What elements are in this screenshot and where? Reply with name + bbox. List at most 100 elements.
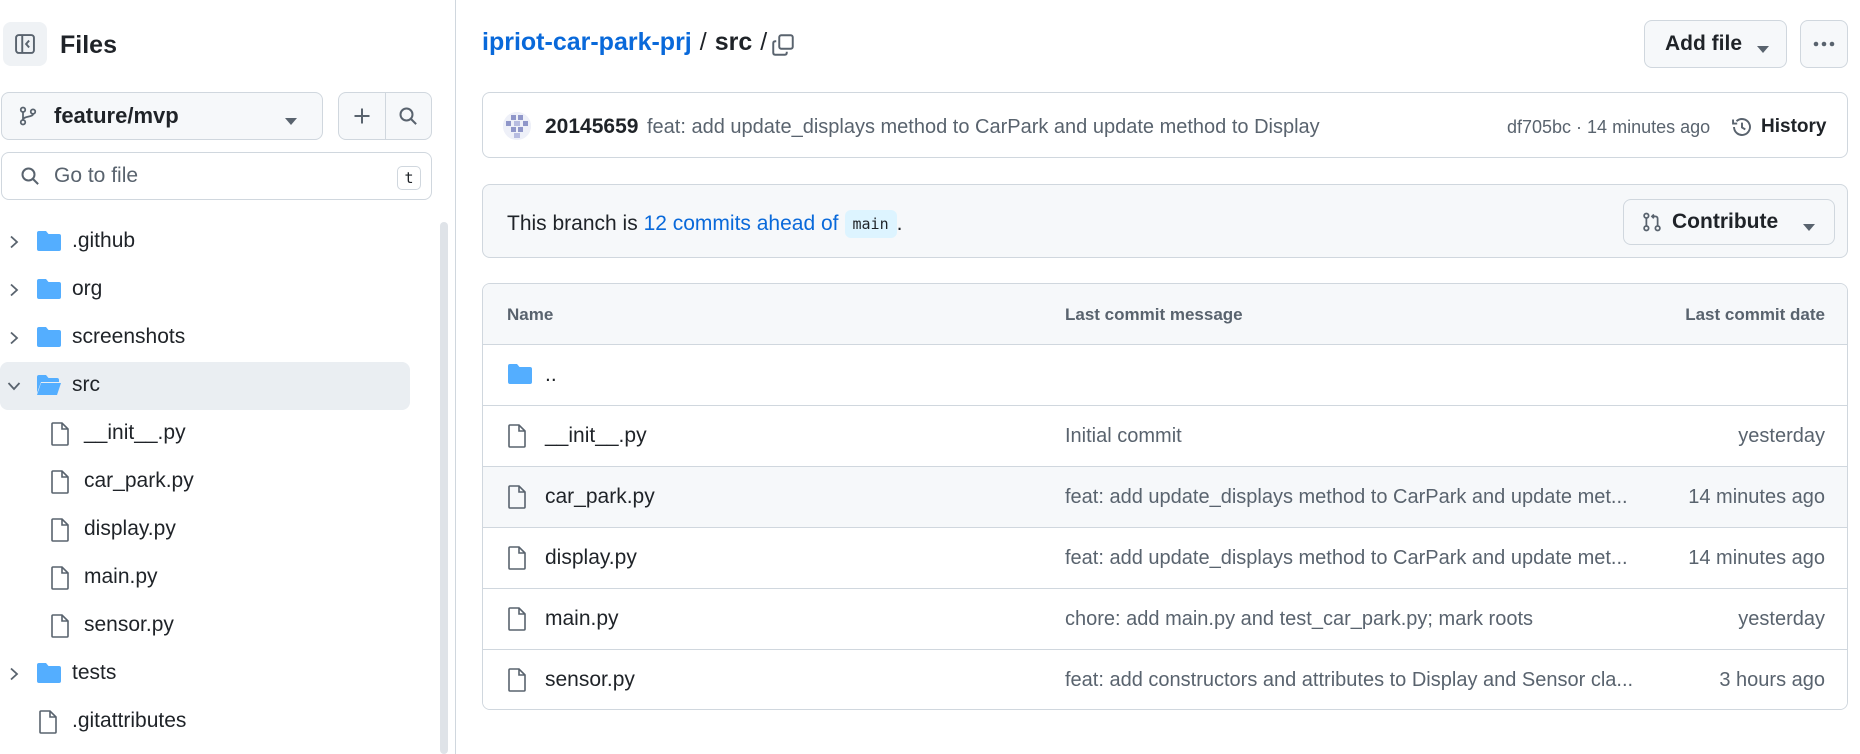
file-table: Name Last commit message Last commit dat… <box>482 283 1848 710</box>
file-name-link[interactable]: main.py <box>545 607 619 631</box>
sidebar-scrollbar[interactable] <box>440 222 448 754</box>
chevron-right-icon[interactable] <box>4 280 24 300</box>
more-options-button[interactable] <box>1800 20 1848 68</box>
chevron-down-icon[interactable] <box>4 376 24 396</box>
file-icon <box>50 422 70 446</box>
commit-date: 3 hours ago <box>1719 669 1825 691</box>
tree-item-screenshots[interactable]: screenshots <box>0 314 410 362</box>
breadcrumb-current: src <box>714 28 753 56</box>
search-tree-button[interactable] <box>384 93 431 139</box>
chevron-right-icon[interactable] <box>4 664 24 684</box>
commit-date: yesterday <box>1738 608 1825 630</box>
file-icon <box>50 470 70 494</box>
commit-message-link[interactable]: feat: add update_displays method to CarP… <box>1065 486 1628 509</box>
tree-item-main-py[interactable]: main.py <box>0 554 410 602</box>
tree-item-label: tests <box>72 661 117 684</box>
tree-item-car-park-py[interactable]: car_park.py <box>0 458 410 506</box>
avatar[interactable] <box>503 112 531 140</box>
tree-item-tests[interactable]: tests <box>0 650 410 698</box>
add-file-sidebar-button[interactable] <box>339 93 385 139</box>
tree-item-label: .github <box>72 229 136 252</box>
file-name-link[interactable]: sensor.py <box>545 668 635 692</box>
file-icon <box>50 614 70 638</box>
file-icon <box>507 424 527 448</box>
tree-item-label: __init__.py <box>84 421 186 444</box>
sidebar-actions <box>338 92 432 140</box>
table-row-parent[interactable]: .. <box>483 345 1847 406</box>
tree-item-label: .gitattributes <box>72 709 187 732</box>
table-row[interactable]: display.py feat: add update_displays met… <box>483 528 1847 589</box>
chevron-right-icon[interactable] <box>4 232 24 252</box>
tree-item-github[interactable]: .github <box>0 218 410 266</box>
tree-item-src[interactable]: src <box>0 362 410 410</box>
folder-icon <box>36 662 62 684</box>
tree-item-init-py[interactable]: __init__.py <box>0 410 410 458</box>
branch-status-prefix: This branch is <box>507 212 644 235</box>
sidebar-title: Files <box>60 31 117 59</box>
commit-date: 14 minutes ago <box>1688 486 1825 508</box>
git-pull-request-icon <box>1642 212 1662 232</box>
commit-date: yesterday <box>1738 425 1825 447</box>
go-to-file-placeholder: Go to file <box>54 164 139 187</box>
parent-directory-link[interactable]: .. <box>545 363 557 387</box>
file-icon <box>507 546 527 570</box>
file-icon <box>507 485 527 509</box>
tree-item-display-py[interactable]: display.py <box>0 506 410 554</box>
tree-item-org[interactable]: org <box>0 266 410 314</box>
tree-item-gitattributes[interactable]: .gitattributes <box>0 698 410 746</box>
commits-ahead-link[interactable]: 12 commits ahead of <box>644 212 839 236</box>
tree-item-label: org <box>72 277 103 300</box>
history-button[interactable]: History <box>1731 113 1826 141</box>
commit-sha-time[interactable]: df705bc · 14 minutes ago <box>1507 117 1710 138</box>
folder-icon <box>36 278 62 300</box>
file-icon <box>38 710 58 734</box>
file-name-link[interactable]: display.py <box>545 546 637 570</box>
commit-message-link[interactable]: feat: add update_displays method to CarP… <box>1065 547 1628 570</box>
tree-item-label: display.py <box>84 517 176 540</box>
branch-name: feature/mvp <box>54 103 179 128</box>
main-content: ipriot-car-park-prj / src / Add file 201… <box>482 0 1848 754</box>
keyboard-shortcut-hint: t <box>397 166 421 190</box>
contribute-button[interactable]: Contribute <box>1623 199 1835 245</box>
column-header-message: Last commit message <box>1065 305 1243 324</box>
folder-icon <box>36 230 62 252</box>
file-icon <box>50 566 70 590</box>
breadcrumb-repo-link[interactable]: ipriot-car-park-prj <box>482 28 692 57</box>
triangle-down-icon <box>1802 219 1816 237</box>
table-row[interactable]: main.py chore: add main.py and test_car_… <box>483 589 1847 650</box>
copy-path-button[interactable] <box>768 30 798 60</box>
table-row[interactable]: sensor.py feat: add constructors and att… <box>483 650 1847 709</box>
file-icon <box>507 607 527 631</box>
branch-status-text: This branch is 12 commits ahead of main. <box>507 210 902 238</box>
sidebar-collapse-icon <box>15 34 35 54</box>
commit-message-link[interactable]: chore: add main.py and test_car_park.py;… <box>1065 608 1533 631</box>
go-to-file-input[interactable]: Go to file t <box>1 152 432 200</box>
triangle-down-icon <box>1756 41 1770 59</box>
sidebar-collapse-button[interactable] <box>3 22 47 66</box>
plus-icon <box>354 108 370 124</box>
commit-message-link[interactable]: feat: add update_displays method to CarP… <box>647 116 1320 139</box>
copy-icon <box>772 34 794 56</box>
commit-message-link[interactable]: Initial commit <box>1065 425 1182 448</box>
column-header-date: Last commit date <box>1685 305 1825 324</box>
column-header-name: Name <box>507 305 554 324</box>
table-row[interactable]: __init__.py Initial commit yesterday <box>483 406 1847 467</box>
tree-item-label: src <box>72 373 100 396</box>
chevron-right-icon[interactable] <box>4 328 24 348</box>
table-row[interactable]: car_park.py feat: add update_displays me… <box>483 467 1847 528</box>
file-name-link[interactable]: __init__.py <box>545 424 647 448</box>
branch-selector-button[interactable]: feature/mvp <box>1 92 323 140</box>
tree-item-label: screenshots <box>72 325 186 348</box>
add-file-button[interactable]: Add file <box>1644 20 1787 68</box>
branch-status-suffix: . <box>896 212 903 235</box>
folder-icon <box>36 326 62 348</box>
breadcrumb-separator: / <box>699 28 707 56</box>
commit-message-link[interactable]: feat: add constructors and attributes to… <box>1065 669 1633 692</box>
file-name-link[interactable]: car_park.py <box>545 485 655 509</box>
tree-item-sensor-py[interactable]: sensor.py <box>0 602 410 650</box>
history-label: History <box>1761 116 1827 137</box>
breadcrumb: ipriot-car-park-prj / src / <box>482 28 775 57</box>
history-icon <box>1732 118 1751 136</box>
triangle-down-icon <box>284 113 298 131</box>
commit-author[interactable]: 20145659 <box>545 115 638 139</box>
